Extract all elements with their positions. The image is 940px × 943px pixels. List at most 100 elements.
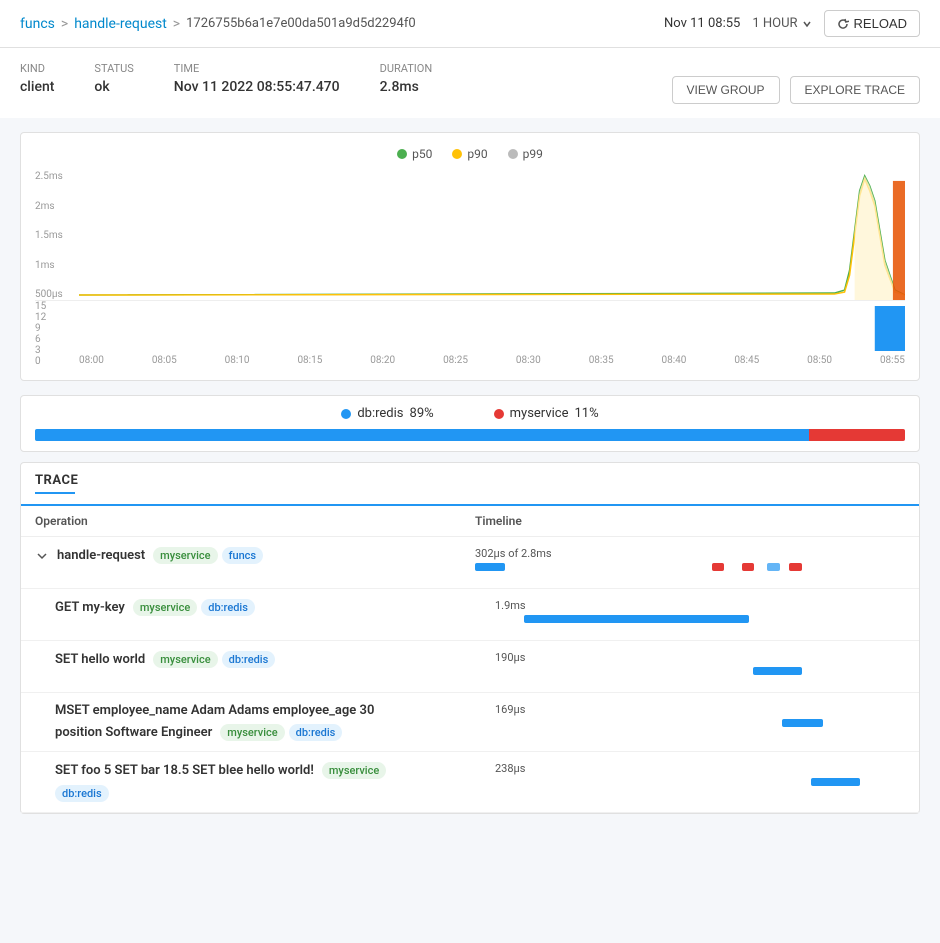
explore-trace-button[interactable]: EXPLORE TRACE [790, 76, 920, 104]
y-label-1: 2ms [35, 201, 77, 212]
meta-time: Time Nov 11 2022 08:55:47.470 [174, 62, 340, 95]
p90-label: p90 [467, 147, 487, 161]
y-label-b1: 12 [35, 312, 55, 323]
tbar-red-3 [789, 563, 802, 571]
y-label-4: 500μs [35, 289, 77, 300]
time-range-selector[interactable]: 1 HOUR [752, 16, 811, 31]
pie-dot-red [494, 409, 504, 419]
op-name-wrap: MSET employee_name Adam Adams employee_a… [55, 703, 485, 741]
meta-status-label: Status [94, 62, 133, 75]
op-column-header: Operation [35, 514, 475, 528]
chart-section: p50 p90 p99 2.5ms 2ms 1.5ms 1ms 500μs [20, 132, 920, 381]
tag-redis-set: db:redis [222, 651, 276, 668]
reload-icon [837, 18, 849, 30]
x-label-11: 08:55 [880, 355, 905, 366]
timeline-get-my-key: 1.9ms [495, 599, 905, 623]
op-name-wrap: SET foo 5 SET bar 18.5 SET blee hello wo… [55, 762, 485, 802]
tag-myservice-foo: myservice [322, 762, 386, 779]
view-group-button[interactable]: VIEW GROUP [672, 76, 780, 104]
pie-item-myservice: myservice 11% [494, 406, 599, 421]
tbar-blue-handle [475, 563, 505, 571]
timeline-bar-wrap-set [495, 667, 905, 675]
legend-p99: p99 [508, 147, 543, 161]
chart-legend: p50 p90 p99 [35, 147, 905, 161]
op-name-wrap: GET my-key myservice db:redis [55, 599, 485, 616]
p50-label: p50 [412, 147, 432, 161]
trace-title: TRACE [35, 473, 78, 488]
meta-kind-value: client [20, 79, 54, 95]
trace-row: handle-request myservice funcs 302μs of … [21, 537, 919, 589]
op-name-get: GET my-key [55, 600, 125, 615]
x-label-10: 08:50 [807, 355, 832, 366]
meta-time-label: Time [174, 62, 340, 75]
collapse-icon[interactable] [35, 549, 49, 563]
breadcrumb-handle-request[interactable]: handle-request [74, 16, 167, 32]
timeline-handle-request: 302μs of 2.8ms [475, 547, 905, 571]
trace-row: GET my-key myservice db:redis 1.9ms [21, 589, 919, 641]
tag-myservice-set: myservice [153, 651, 217, 668]
meta-status-value: ok [94, 79, 109, 95]
y-label-3: 1ms [35, 260, 77, 271]
tag-funcs: funcs [222, 547, 264, 564]
timeline-label-handle: 302μs of 2.8ms [475, 547, 905, 560]
p99-label: p99 [523, 147, 543, 161]
x-label-3: 08:15 [297, 355, 322, 366]
breadcrumb-trace-id: 1726755b6a1e7e00da501a9d5d2294f0 [186, 16, 416, 31]
timeline-label-get: 1.9ms [495, 599, 905, 612]
tag-myservice-mset: myservice [220, 724, 284, 741]
pie-item-redis: db:redis 89% [341, 406, 433, 421]
y-label-2: 1.5ms [35, 230, 77, 241]
timeline-bar-wrap-mset [495, 719, 905, 727]
breadcrumb-funcs[interactable]: funcs [20, 16, 55, 32]
sep1: > [61, 16, 68, 32]
timeline-mset: 169μs [495, 703, 905, 727]
pie-myservice-label: myservice [510, 406, 569, 421]
op-name-set-hello: SET hello world [55, 652, 145, 667]
trace-row: SET foo 5 SET bar 18.5 SET blee hello wo… [21, 752, 919, 813]
tbar-light-1 [767, 563, 780, 571]
chart-plot-top [79, 171, 905, 300]
reload-button[interactable]: RELOAD [824, 10, 920, 37]
count-chart-svg [79, 301, 905, 351]
timeline-set-hello: 190μs [495, 651, 905, 675]
op-name-wrap: SET hello world myservice db:redis [55, 651, 485, 668]
meta-duration-label: Duration [380, 62, 433, 75]
tbar-blue-set [753, 667, 802, 675]
pie-dot-blue [341, 409, 351, 419]
trace-table-header: Operation Timeline [21, 506, 919, 537]
tag-redis-get: db:redis [201, 599, 255, 616]
op-mset: MSET employee_name Adam Adams employee_a… [55, 703, 495, 741]
op-name-mset: MSET employee_name Adam Adams employee_a… [55, 703, 374, 718]
timeline-bar-wrap-foo [495, 778, 905, 786]
x-label-9: 08:45 [734, 355, 759, 366]
tag-myservice: myservice [153, 547, 217, 564]
meta-duration: Duration 2.8ms [380, 62, 433, 95]
y-label-b4: 3 [35, 345, 55, 356]
y-label-b2: 9 [35, 323, 55, 334]
op-name-handle-request: handle-request [57, 548, 145, 563]
header-controls: Nov 11 08:55 1 HOUR RELOAD [664, 10, 920, 37]
meta-actions: VIEW GROUP EXPLORE TRACE [672, 76, 921, 104]
timeline-set-foo: 238μs [495, 762, 905, 786]
tbar-red-1 [712, 563, 725, 571]
tag-redis-mset: db:redis [289, 724, 343, 741]
op-handle-request: handle-request myservice funcs [35, 547, 475, 564]
p99-dot [508, 149, 518, 159]
chart-area: 2.5ms 2ms 1.5ms 1ms 500μs [35, 171, 905, 351]
trace-section: TRACE Operation Timeline handle-request … [20, 462, 920, 814]
chevron-down-icon [802, 19, 812, 29]
pie-bar-section: db:redis 89% myservice 11% [20, 395, 920, 452]
x-label-1: 08:05 [152, 355, 177, 366]
x-label-8: 08:40 [662, 355, 687, 366]
y-labels-top: 2.5ms 2ms 1.5ms 1ms 500μs [35, 171, 77, 300]
x-label-2: 08:10 [225, 355, 250, 366]
op-name-mset-2: position Software Engineer [55, 725, 212, 740]
meta-section: Kind client Status ok Time Nov 11 2022 0… [0, 48, 940, 118]
sep2: > [173, 16, 180, 32]
legend-p90: p90 [452, 147, 487, 161]
op-name-wrap: handle-request myservice funcs [35, 547, 465, 564]
pie-redis-label: db:redis [357, 406, 403, 421]
chart-latency: 2.5ms 2ms 1.5ms 1ms 500μs [35, 171, 905, 301]
x-label-6: 08:30 [516, 355, 541, 366]
time-range-label: 1 HOUR [752, 16, 797, 31]
